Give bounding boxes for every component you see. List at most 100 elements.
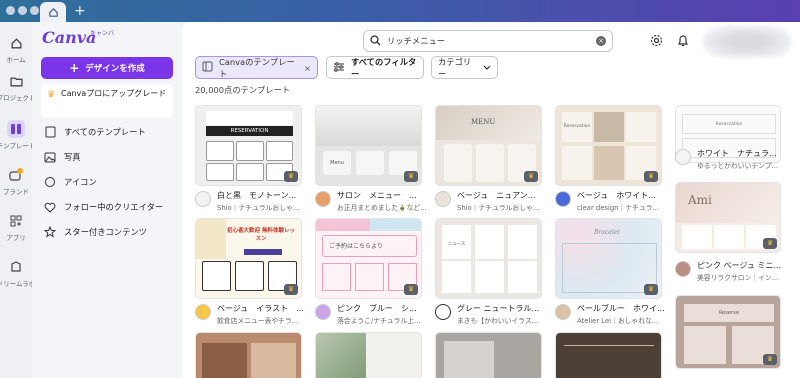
rail-apps[interactable]: アプリ	[0, 212, 32, 242]
upgrade-button[interactable]: ♛ Canvaプロにアップグレード	[41, 84, 173, 118]
template-creator[interactable]: 美容リラクサロン｜イン...	[697, 272, 781, 282]
template-icon	[7, 120, 25, 138]
template-creator[interactable]: お正月まとめました🎍など...	[337, 202, 429, 212]
bell-icon[interactable]	[677, 34, 689, 50]
nav-photos[interactable]: 写真	[44, 148, 81, 166]
crown-icon: ♛	[47, 90, 56, 100]
template-title: ベージュ イラスト ...	[217, 304, 304, 313]
template-card[interactable]: RESERVATION ♛	[195, 105, 302, 186]
star-icon	[44, 226, 56, 238]
all-filters-button[interactable]: すべてのフィルター	[326, 56, 424, 79]
folder-icon	[7, 72, 25, 90]
creator-avatar[interactable]	[195, 191, 211, 207]
nav-starred[interactable]: スター付きコンテンツ	[44, 223, 147, 241]
chip-label: すべてのフィルター	[351, 56, 417, 79]
card-text: Bracelet	[594, 229, 620, 236]
nav-following-creators[interactable]: フォロー中のクリエイター	[44, 198, 163, 216]
creator-avatar[interactable]	[435, 191, 451, 207]
new-tab-button[interactable]: +	[74, 3, 86, 19]
creator-avatar[interactable]	[555, 191, 571, 207]
maximize-window-button[interactable]	[30, 6, 39, 15]
template-creator[interactable]: 飲食店メニュー表やチラ...	[217, 315, 309, 325]
template-title: ベージュ ホワイト...	[577, 191, 656, 200]
template-caption: ベージュ イラスト ... 飲食店メニュー表やチラ...	[195, 302, 309, 325]
create-design-button[interactable]: + デザインを作成	[41, 57, 173, 79]
chip-label: カテゴリー	[438, 56, 472, 79]
rail-projects[interactable]: プロジェクト	[0, 72, 36, 102]
card-text: RESERVATION	[206, 126, 293, 136]
brand-icon	[7, 166, 25, 184]
nav-label: スター付きコンテンツ	[64, 227, 147, 237]
canva-logo-kana: キャンバ	[90, 30, 115, 37]
result-count: 20,000点のテンプレート	[195, 85, 291, 95]
home-icon	[7, 34, 25, 52]
premium-crown-icon: ♛	[644, 171, 658, 182]
rail-dreamlab[interactable]: ドリームラボ	[0, 258, 35, 288]
search-input[interactable]: リッチメニュー ×	[363, 30, 613, 52]
template-card[interactable]: MENU ♛	[435, 105, 542, 186]
canva-templates-filter-chip[interactable]: Canvaのテンプレート ×	[195, 56, 318, 79]
template-card[interactable]: Bracelet ♛	[555, 218, 662, 299]
creator-avatar[interactable]	[195, 304, 211, 320]
template-card[interactable]	[435, 332, 542, 378]
nav-all-templates[interactable]: すべてのテンプレート	[44, 123, 146, 141]
close-window-button[interactable]	[6, 6, 15, 15]
dreamlab-icon	[7, 258, 25, 276]
template-card[interactable]: Ami ♛	[675, 182, 781, 253]
card-text: Reserve	[684, 304, 774, 322]
card-text: ご予約はこちらより	[322, 235, 417, 257]
template-creator[interactable]: Shio｜ナチュラルおしゃ...	[217, 202, 309, 212]
template-creator[interactable]: まきも【かわいいイラス...	[457, 315, 549, 325]
creator-avatar[interactable]	[675, 149, 691, 165]
template-card[interactable]	[195, 332, 302, 378]
premium-crown-icon: ♛	[404, 284, 418, 295]
account-avatar[interactable]	[703, 26, 791, 58]
template-caption: ホワイト ナチュラ... ゆるっとかわいいテンプ...	[675, 147, 781, 170]
template-card[interactable]	[315, 332, 422, 378]
template-creator[interactable]: Atelier Lei｜おしゃれな...	[577, 315, 669, 325]
template-card[interactable]: ご予約はこちらより ♛	[315, 218, 422, 299]
template-card[interactable]	[555, 332, 662, 378]
creator-avatar[interactable]	[435, 304, 451, 320]
template-card[interactable]: Reservation ♛	[555, 105, 662, 186]
creator-avatar[interactable]	[315, 304, 331, 320]
minimize-window-button[interactable]	[18, 6, 27, 15]
template-creator[interactable]: ゆるっとかわいいテンプ...	[697, 160, 781, 170]
premium-crown-icon: ♛	[763, 238, 777, 249]
premium-crown-icon: ♛	[404, 171, 418, 182]
creator-avatar[interactable]	[675, 261, 691, 277]
left-rail: ホーム プロジェクト テンプレート ブランド アプリ ドリームラボ	[0, 22, 36, 378]
home-tab[interactable]	[40, 2, 66, 22]
template-card[interactable]: ニュース	[435, 218, 542, 299]
remove-filter-icon[interactable]: ×	[304, 63, 311, 73]
canva-logo: Canva	[42, 28, 97, 47]
clear-search-icon[interactable]: ×	[596, 36, 606, 46]
template-creator[interactable]: clear design｜ナチュラ...	[577, 202, 669, 212]
category-dropdown[interactable]: カテゴリー	[431, 56, 498, 79]
doc-icon	[44, 126, 56, 138]
card-text: Reservation	[562, 112, 592, 142]
rail-brand[interactable]: ブランド	[0, 166, 32, 196]
card-text: Menu	[323, 151, 351, 175]
template-card[interactable]: Reserve ♛	[675, 295, 781, 369]
template-caption: ベージュ ホワイト... clear design｜ナチュラ...	[555, 189, 669, 212]
template-creator[interactable]: Shio｜ナチュラルおしゃ...	[457, 202, 549, 212]
rail-templates[interactable]: テンプレート	[0, 120, 35, 150]
template-card[interactable]: Menu ♛	[315, 105, 422, 186]
template-card[interactable]: 初心者大歓迎 無料体験レッスン ♛	[195, 218, 302, 299]
filter-icon	[333, 61, 345, 74]
gear-icon[interactable]	[650, 34, 663, 50]
nav-icons[interactable]: アイコン	[44, 173, 97, 191]
heart-icon	[44, 201, 56, 213]
template-creator[interactable]: 落合ようこ/ナチュラル上...	[337, 315, 429, 325]
template-title: 白と黒 モノトーン...	[217, 191, 297, 200]
premium-crown-icon: ♛	[763, 354, 777, 365]
creator-avatar[interactable]	[555, 304, 571, 320]
rail-home[interactable]: ホーム	[0, 34, 32, 64]
premium-crown-icon: ♛	[524, 171, 538, 182]
template-title: ピンク ブルー シ...	[337, 304, 417, 313]
card-text: Reservation	[682, 114, 776, 134]
card-text: ニュース	[442, 225, 471, 259]
nav-label: アイコン	[64, 177, 97, 187]
creator-avatar[interactable]	[315, 191, 331, 207]
